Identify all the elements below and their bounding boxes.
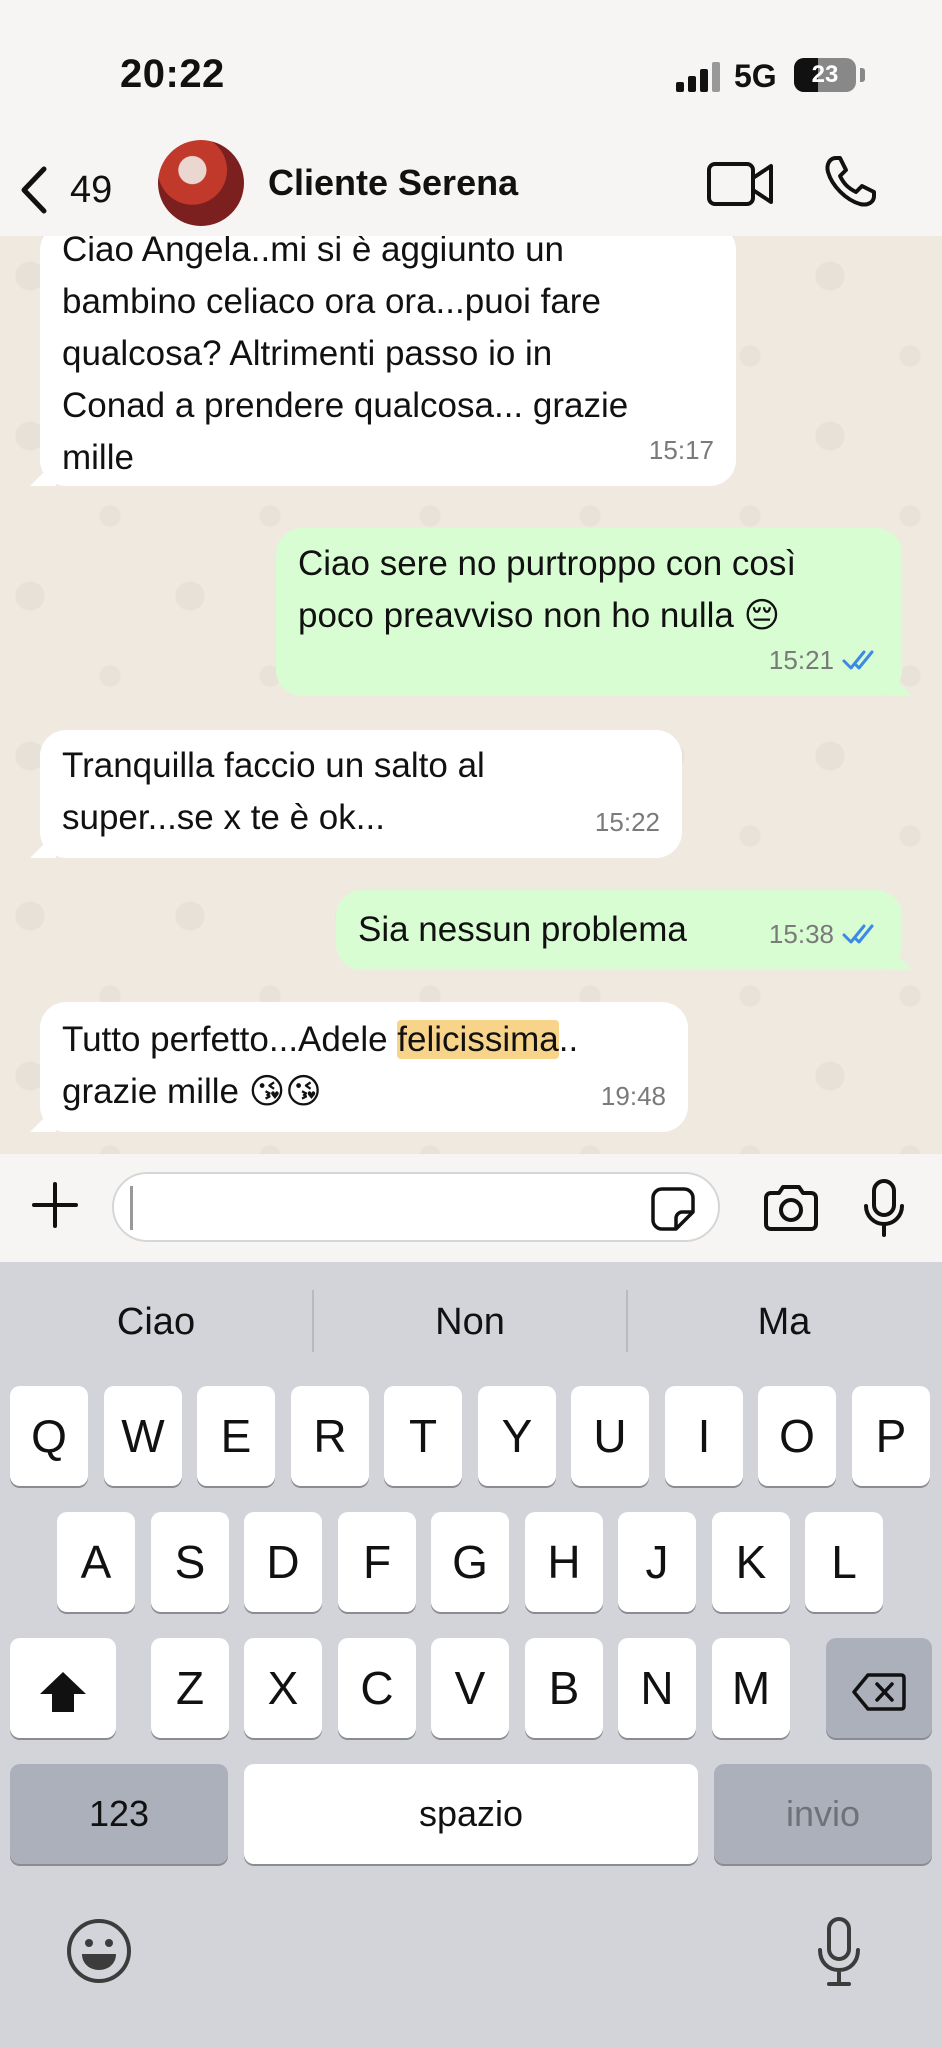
key-r[interactable]: R: [291, 1386, 369, 1486]
battery-icon: 23: [794, 58, 856, 92]
battery-tip: [860, 68, 865, 82]
message-meta: 15:17: [649, 424, 714, 476]
status-time: 20:22: [120, 52, 225, 96]
key-h[interactable]: H: [525, 1512, 603, 1612]
battery-level: 23: [811, 61, 839, 88]
key-j[interactable]: J: [618, 1512, 696, 1612]
key-v[interactable]: V: [431, 1638, 509, 1738]
sticker-icon[interactable]: [650, 1186, 696, 1232]
message-text: Ciao sere no purtroppo con così poco pre…: [298, 544, 797, 635]
key-o[interactable]: O: [758, 1386, 836, 1486]
key-t[interactable]: T: [384, 1386, 462, 1486]
key-z[interactable]: Z: [151, 1638, 229, 1738]
return-key[interactable]: invio: [714, 1764, 932, 1864]
microphone-icon[interactable]: [862, 1178, 906, 1238]
backspace-icon: [852, 1673, 906, 1711]
message-outgoing[interactable]: Ciao sere no purtroppo con così poco pre…: [276, 528, 912, 696]
suggestion-bar: Ciao Non Ma: [0, 1262, 942, 1382]
message-meta: 15:38: [769, 908, 880, 960]
key-m[interactable]: M: [712, 1638, 790, 1738]
key-e[interactable]: E: [197, 1386, 275, 1486]
key-b[interactable]: B: [525, 1638, 603, 1738]
suggestion-2[interactable]: Non: [314, 1292, 626, 1352]
key-s[interactable]: S: [151, 1512, 229, 1612]
message-incoming[interactable]: Ciao Angela..mi si è aggiunto un bambino…: [30, 236, 736, 486]
back-button[interactable]: 49: [16, 160, 136, 220]
chevron-left-icon: [21, 166, 47, 214]
key-l[interactable]: L: [805, 1512, 883, 1612]
numbers-key[interactable]: 123: [10, 1764, 228, 1864]
input-bar: [0, 1154, 942, 1262]
message-meta: 15:21: [769, 634, 880, 686]
bubble-tail: [30, 460, 56, 486]
shift-key[interactable]: [10, 1638, 116, 1738]
double-check-icon: [842, 924, 874, 944]
contact-avatar[interactable]: [158, 140, 244, 226]
dictation-microphone-icon[interactable]: [816, 1916, 862, 1988]
key-y[interactable]: Y: [478, 1386, 556, 1486]
message-incoming[interactable]: Tranquilla faccio un salto al super...se…: [30, 730, 682, 858]
chat-area[interactable]: Ciao Angela..mi si è aggiunto un bambino…: [0, 236, 942, 1154]
key-w[interactable]: W: [104, 1386, 182, 1486]
key-d[interactable]: D: [244, 1512, 322, 1612]
suggestion-3[interactable]: Ma: [628, 1292, 940, 1352]
emoji-icon[interactable]: [66, 1918, 132, 1984]
message-outgoing[interactable]: Sia nessun problema 15:38: [336, 890, 912, 970]
key-a[interactable]: A: [57, 1512, 135, 1612]
double-check-icon: [842, 650, 874, 670]
status-bar: 20:22 5G 23: [0, 0, 942, 140]
plus-icon[interactable]: [30, 1180, 80, 1230]
key-g[interactable]: G: [431, 1512, 509, 1612]
message-input[interactable]: [112, 1172, 720, 1242]
bubble-tail: [30, 832, 56, 858]
message-time: 15:17: [648, 435, 714, 465]
keyboard: Ciao Non Ma Q W E R T Y U I O P A S D F …: [0, 1262, 942, 2048]
message-time: 15:21: [768, 645, 834, 675]
key-n[interactable]: N: [618, 1638, 696, 1738]
message-text-part: Tutto perfetto...Adele: [62, 1020, 398, 1059]
unread-count: 49: [70, 168, 113, 211]
message-text: Ciao Angela..mi si è aggiunto un bambino…: [62, 236, 629, 477]
bubble-tail: [30, 1106, 56, 1132]
chat-header: 49 Cliente Serena: [0, 140, 942, 236]
message-meta: 15:22: [595, 796, 660, 848]
video-camera-icon[interactable]: [706, 158, 774, 210]
key-k[interactable]: K: [712, 1512, 790, 1612]
message-incoming[interactable]: Tutto perfetto...Adele felicissima.. gra…: [30, 1002, 688, 1132]
camera-icon[interactable]: [762, 1184, 820, 1232]
delete-key[interactable]: [826, 1638, 932, 1738]
message-time: 15:38: [768, 919, 834, 949]
key-u[interactable]: U: [571, 1386, 649, 1486]
message-text: Tutto perfetto...Adele felicissima.. gra…: [62, 1014, 666, 1118]
key-q[interactable]: Q: [10, 1386, 88, 1486]
search-highlight: felicissima: [397, 1020, 559, 1059]
contact-name[interactable]: Cliente Serena: [268, 162, 518, 204]
shift-icon: [40, 1671, 86, 1712]
phone-icon[interactable]: [822, 154, 878, 210]
bubble-tail: [886, 944, 912, 970]
key-f[interactable]: F: [338, 1512, 416, 1612]
bubble-tail: [886, 670, 912, 696]
message-time: 19:48: [600, 1081, 666, 1111]
key-i[interactable]: I: [665, 1386, 743, 1486]
key-c[interactable]: C: [338, 1638, 416, 1738]
key-x[interactable]: X: [244, 1638, 322, 1738]
message-time: 15:22: [594, 807, 660, 837]
message-text: Tranquilla faccio un salto al super...se…: [62, 746, 485, 837]
suggestion-1[interactable]: Ciao: [0, 1292, 312, 1352]
space-key[interactable]: spazio: [244, 1764, 698, 1864]
signal-icon: [676, 62, 720, 92]
key-p[interactable]: P: [852, 1386, 930, 1486]
message-meta: 19:48: [601, 1070, 666, 1122]
network-type: 5G: [734, 58, 777, 94]
text-caret: [130, 1186, 133, 1230]
